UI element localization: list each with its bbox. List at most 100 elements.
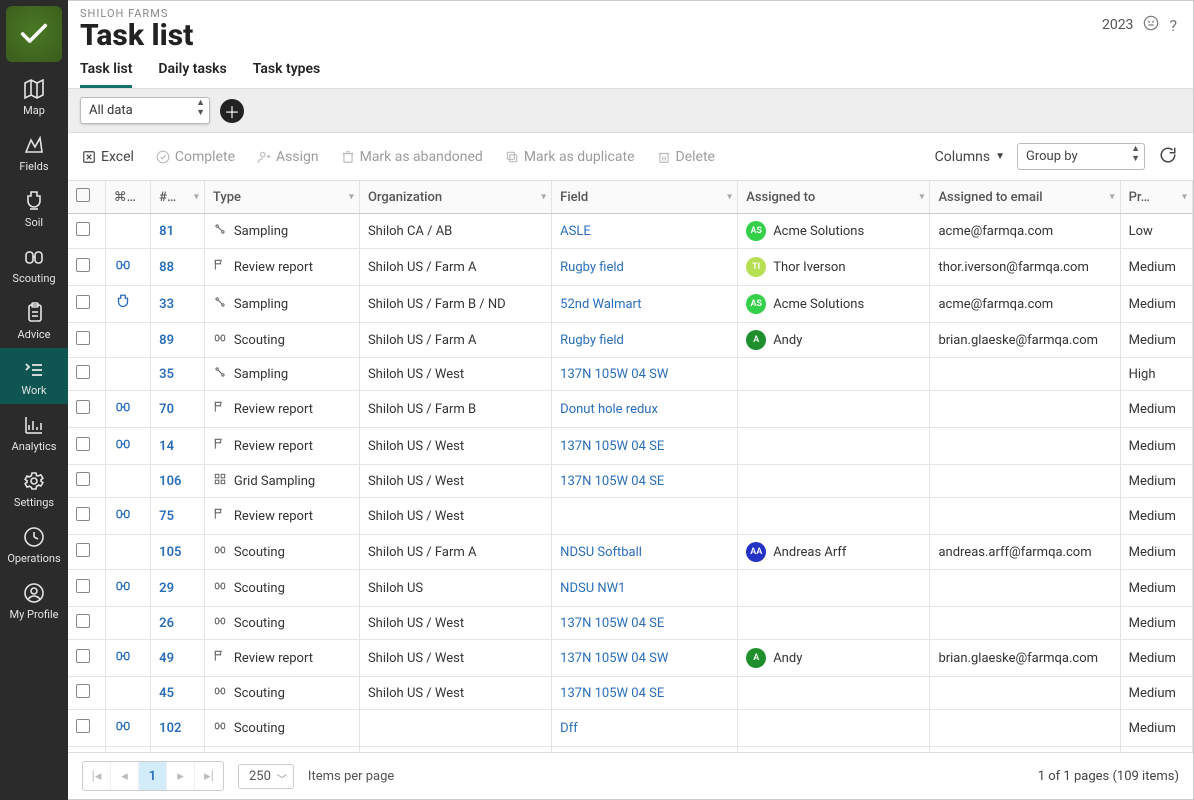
assignee-link[interactable]: Thor Iverson	[773, 260, 845, 275]
row-checkbox[interactable]	[76, 684, 90, 698]
row-checkbox[interactable]	[76, 579, 90, 593]
field-link[interactable]: NDSU NW1	[552, 570, 738, 607]
table-row[interactable]: 81SamplingShiloh CA / ABASLEASAcme Solut…	[68, 214, 1193, 249]
table-row[interactable]: 26ScoutingShiloh US / West137N 105W 04 S…	[68, 607, 1193, 640]
pager-last[interactable]: ▸|	[195, 762, 223, 790]
col-org[interactable]: Organization▾	[359, 181, 551, 214]
complete-button[interactable]: Complete	[156, 149, 235, 165]
nav-item-operations[interactable]: Operations	[0, 516, 68, 572]
table-row[interactable]: 35SamplingShiloh US / West137N 105W 04 S…	[68, 358, 1193, 391]
refresh-button[interactable]	[1157, 144, 1179, 170]
task-id-link[interactable]: 14	[151, 428, 205, 465]
table-row[interactable]: 45ScoutingShiloh US / West137N 105W 04 S…	[68, 677, 1193, 710]
table-row[interactable]: 88Review reportShiloh US / Farm ARugby f…	[68, 249, 1193, 286]
col-email[interactable]: Assigned to email▾	[930, 181, 1120, 214]
help-icon[interactable]: ?	[1169, 16, 1177, 35]
row-checkbox[interactable]	[76, 258, 90, 272]
add-button[interactable]: ＋	[220, 99, 244, 123]
row-checkbox[interactable]	[76, 649, 90, 663]
assignee-link[interactable]: Andreas Arff	[773, 545, 846, 560]
assign-button[interactable]: Assign	[257, 149, 319, 165]
assignee-link[interactable]: Andy	[773, 651, 802, 666]
table-row[interactable]: 105ScoutingShiloh US / Farm ANDSU Softba…	[68, 535, 1193, 570]
task-id-link[interactable]: 26	[151, 607, 205, 640]
row-checkbox[interactable]	[76, 719, 90, 733]
field-link[interactable]: 52nd Walmart	[552, 286, 738, 323]
mark-duplicate-button[interactable]: Mark as duplicate	[505, 149, 635, 165]
task-id-link[interactable]: 106	[151, 465, 205, 498]
pager-first[interactable]: |◂	[83, 762, 111, 790]
row-checkbox[interactable]	[76, 614, 90, 628]
task-id-link[interactable]: 49	[151, 640, 205, 677]
assignee-link[interactable]: Acme Solutions	[773, 224, 864, 239]
task-id-link[interactable]: 70	[151, 391, 205, 428]
field-link[interactable]: 137N 105W 04 SE	[552, 677, 738, 710]
col-assigned[interactable]: Assigned to▾	[738, 181, 930, 214]
nav-item-work[interactable]: Work	[0, 348, 68, 404]
field-link[interactable]: Dff	[552, 710, 738, 747]
nav-item-settings[interactable]: Settings	[0, 460, 68, 516]
task-id-link[interactable]: 75	[151, 498, 205, 535]
filter-icon[interactable]: ▾	[1110, 192, 1115, 203]
col-select[interactable]	[68, 181, 105, 214]
task-id-link[interactable]: 45	[151, 677, 205, 710]
table-row[interactable]: 29ScoutingShiloh USNDSU NW1Medium	[68, 570, 1193, 607]
field-link[interactable]: NDSU Softball	[552, 535, 738, 570]
delete-button[interactable]: Delete	[657, 149, 715, 165]
task-id-link[interactable]: 105	[151, 535, 205, 570]
nav-item-scouting[interactable]: Scouting	[0, 236, 68, 292]
col-id[interactable]: #…▾	[151, 181, 205, 214]
field-link[interactable]: Donut hole redux	[552, 391, 738, 428]
assignee-link[interactable]: Andy	[773, 333, 802, 348]
row-checkbox[interactable]	[76, 472, 90, 486]
export-excel-button[interactable]: Excel	[82, 149, 134, 165]
task-id-link[interactable]: 88	[151, 249, 205, 286]
filter-icon[interactable]: ▾	[919, 192, 924, 203]
col-field[interactable]: Field▾	[552, 181, 738, 214]
field-link[interactable]	[552, 498, 738, 535]
task-id-link[interactable]: 35	[151, 358, 205, 391]
table-row[interactable]: 89ScoutingShiloh US / Farm ARugby fieldA…	[68, 323, 1193, 358]
nav-item-analytics[interactable]: Analytics	[0, 404, 68, 460]
table-row[interactable]: 49Review reportShiloh US / West137N 105W…	[68, 640, 1193, 677]
task-id-link[interactable]: 33	[151, 286, 205, 323]
task-id-link[interactable]: 102	[151, 710, 205, 747]
pager-next[interactable]: ▸	[167, 762, 195, 790]
group-by-dropdown[interactable]: Group by ▲▼	[1017, 143, 1145, 170]
table-row[interactable]: 14Review reportShiloh US / West137N 105W…	[68, 428, 1193, 465]
col-priority[interactable]: Pr…▾	[1120, 181, 1192, 214]
row-checkbox[interactable]	[76, 437, 90, 451]
nav-item-my-profile[interactable]: My Profile	[0, 572, 68, 628]
row-checkbox[interactable]	[76, 507, 90, 521]
table-row[interactable]: 106Grid SamplingShiloh US / West137N 105…	[68, 465, 1193, 498]
row-checkbox[interactable]	[76, 365, 90, 379]
field-link[interactable]: 137N 105W 04 SE	[552, 465, 738, 498]
row-checkbox[interactable]	[76, 400, 90, 414]
filter-icon[interactable]: ▾	[1182, 192, 1187, 203]
tab-task-list[interactable]: Task list	[80, 61, 132, 88]
field-link[interactable]: 137N 105W 04 SW	[552, 640, 738, 677]
field-link[interactable]: 137N 105W 04 SW	[552, 358, 738, 391]
task-id-link[interactable]: 81	[151, 214, 205, 249]
filter-icon[interactable]: ▾	[349, 192, 354, 203]
filter-icon[interactable]: ▾	[541, 192, 546, 203]
task-id-link[interactable]: 29	[151, 570, 205, 607]
face-icon[interactable]	[1143, 15, 1159, 35]
col-link[interactable]: ⌘…	[105, 181, 150, 214]
row-checkbox[interactable]	[76, 543, 90, 557]
field-link[interactable]: 137N 105W 04 SE	[552, 428, 738, 465]
row-checkbox[interactable]	[76, 331, 90, 345]
assignee-link[interactable]: Acme Solutions	[773, 297, 864, 312]
field-link[interactable]: Rugby field	[552, 323, 738, 358]
table-row[interactable]: 75Review reportShiloh US / WestMedium	[68, 498, 1193, 535]
table-row[interactable]: 33SamplingShiloh US / Farm B / ND52nd Wa…	[68, 286, 1193, 323]
nav-item-soil[interactable]: Soil	[0, 180, 68, 236]
nav-item-fields[interactable]: Fields	[0, 124, 68, 180]
table-row[interactable]: 102ScoutingDffMedium	[68, 710, 1193, 747]
filter-icon[interactable]: ▾	[194, 192, 199, 203]
col-type[interactable]: Type▾	[204, 181, 359, 214]
table-row[interactable]: 70Review reportShiloh US / Farm BDonut h…	[68, 391, 1193, 428]
field-link[interactable]: ASLE	[552, 214, 738, 249]
pager-prev[interactable]: ◂	[111, 762, 139, 790]
tab-task-types[interactable]: Task types	[253, 61, 321, 88]
